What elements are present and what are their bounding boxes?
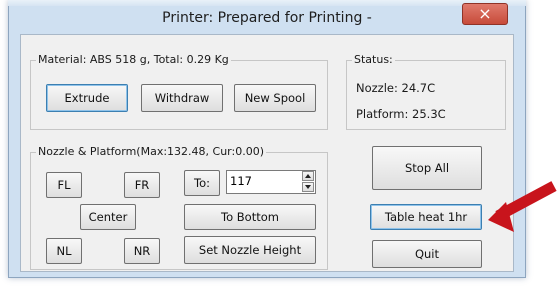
platform-temperature: Platform: 25.3C [356, 107, 446, 121]
nozzle-temperature: Nozzle: 24.7C [356, 81, 436, 95]
nozzle-platform-group-label: Nozzle & Platform(Max:132.48, Cur:0.00) [36, 145, 266, 159]
withdraw-button[interactable]: Withdraw [141, 84, 223, 112]
fr-button[interactable]: FR [124, 172, 160, 198]
table-heat-button[interactable]: Table heat 1hr [370, 204, 482, 230]
spin-down-button[interactable] [302, 182, 314, 192]
center-button[interactable]: Center [80, 204, 136, 230]
stop-all-button[interactable]: Stop All [372, 146, 482, 190]
new-spool-button[interactable]: New Spool [234, 84, 316, 112]
to-button[interactable]: To: [184, 170, 220, 196]
window-title: Printer: Prepared for Printing - [162, 10, 372, 26]
spin-up-icon [305, 174, 311, 178]
status-group-label: Status: [352, 53, 395, 67]
extrude-button[interactable]: Extrude [46, 84, 128, 112]
nr-button[interactable]: NR [124, 238, 160, 264]
to-bottom-button[interactable]: To Bottom [184, 204, 316, 230]
material-group-label: Material: ABS 518 g, Total: 0.29 Kg [36, 53, 231, 67]
set-nozzle-height-button[interactable]: Set Nozzle Height [184, 236, 316, 264]
nl-button[interactable]: NL [46, 238, 82, 264]
spin-up-button[interactable] [302, 171, 314, 181]
close-button[interactable]: × [462, 3, 508, 25]
fl-button[interactable]: FL [46, 172, 82, 198]
quit-button[interactable]: Quit [372, 240, 482, 268]
red-arrow-icon [488, 181, 557, 232]
spin-down-icon [305, 185, 311, 189]
